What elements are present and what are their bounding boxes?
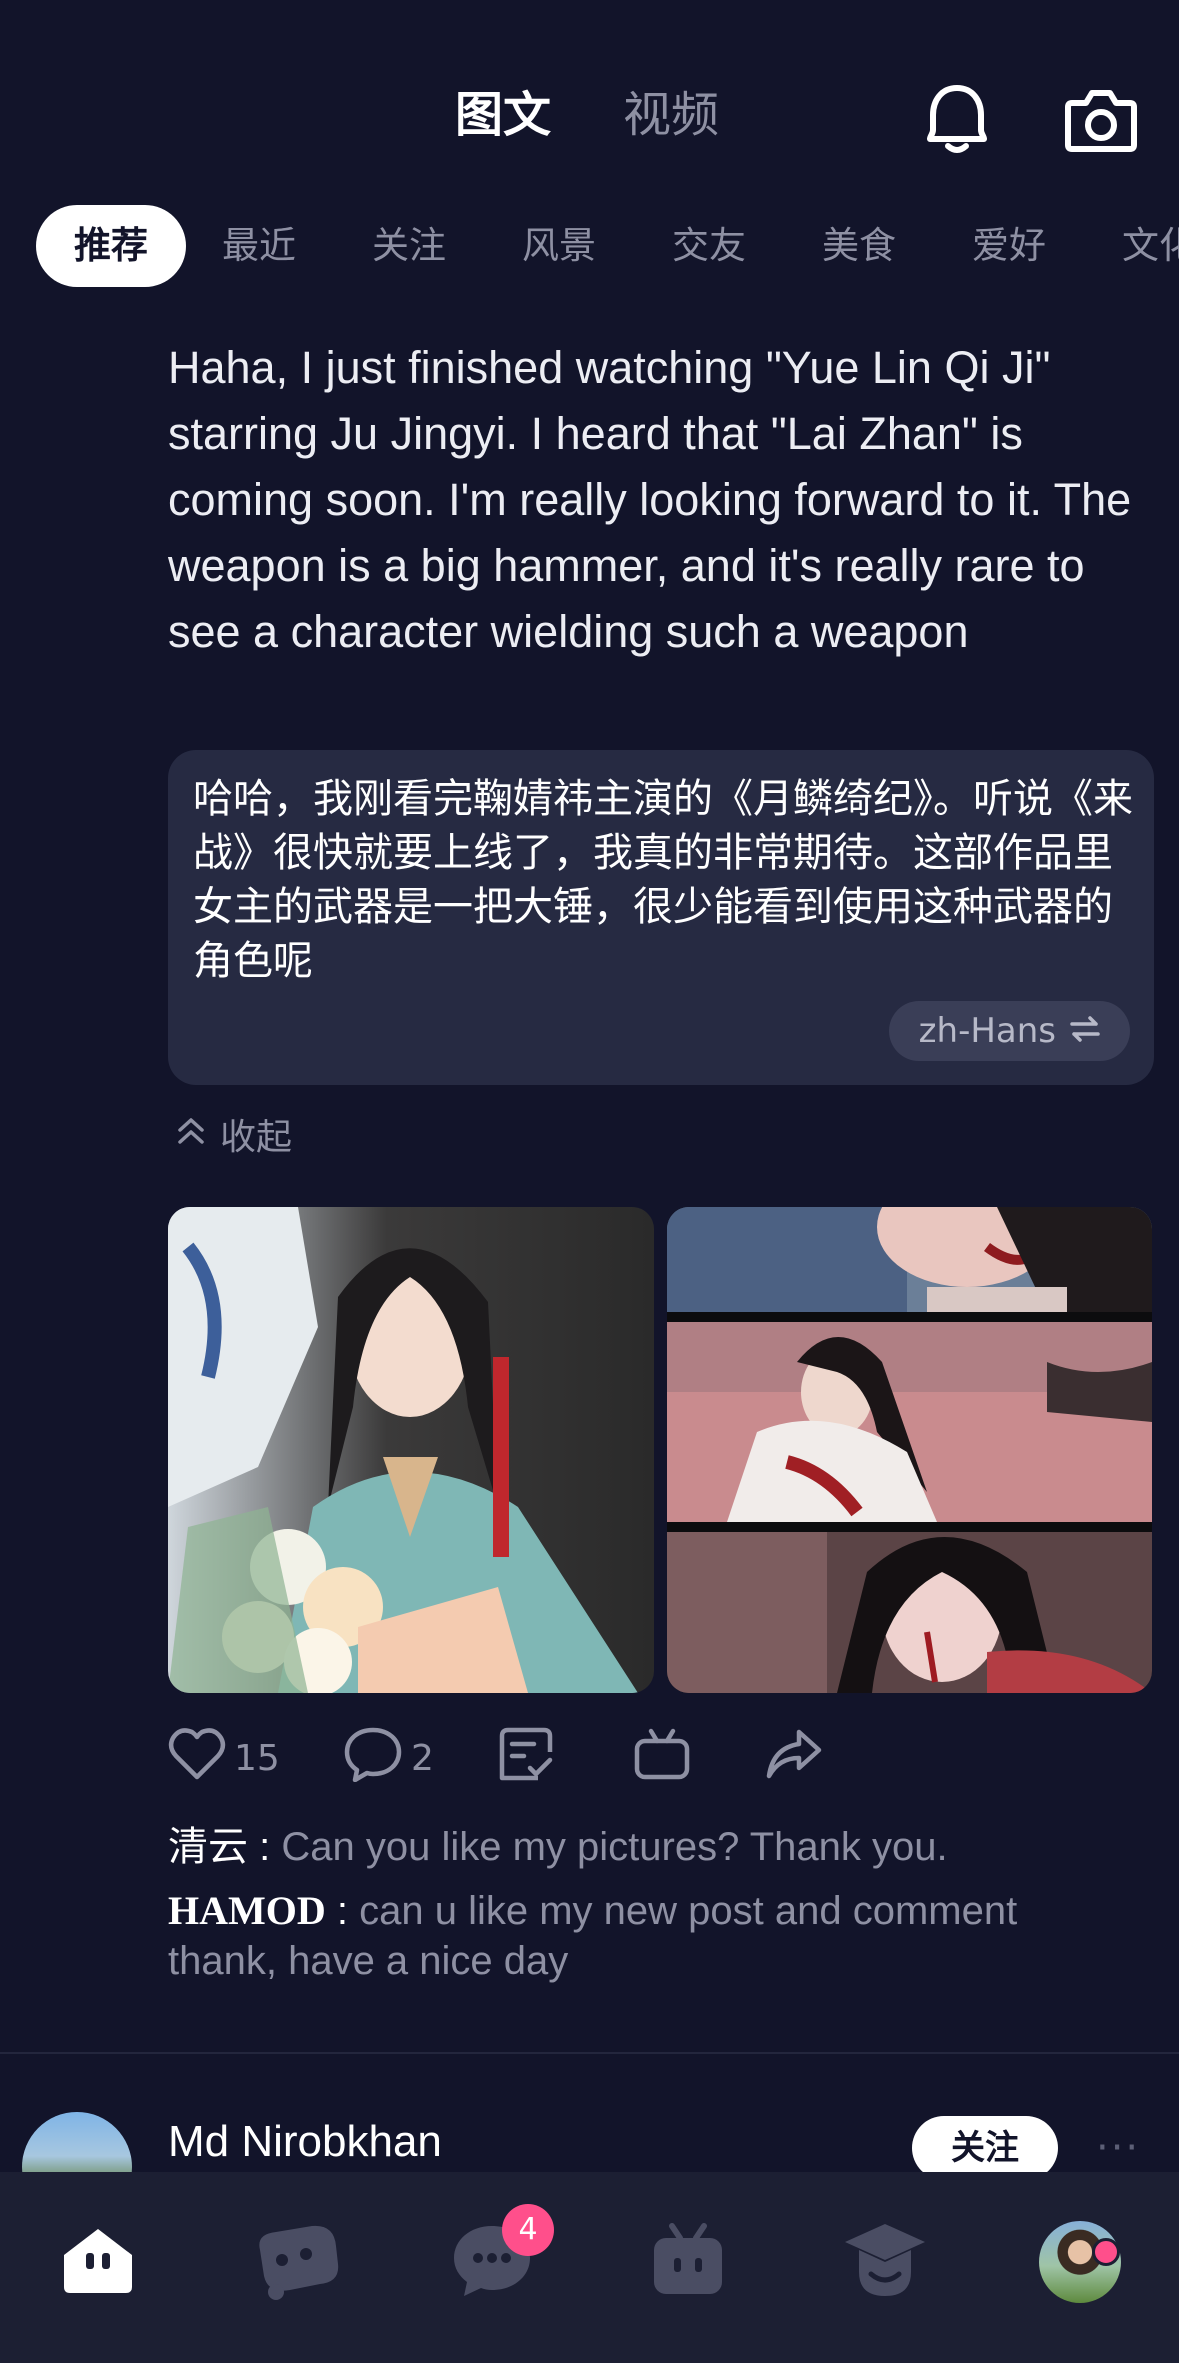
- tv-icon: [648, 2222, 728, 2302]
- collapse-button[interactable]: 收起: [176, 1108, 292, 1160]
- tab-image-text[interactable]: 图文: [455, 80, 551, 150]
- chip-following[interactable]: 关注: [372, 205, 446, 287]
- graduation-cap-icon: [843, 2220, 927, 2304]
- comment-author[interactable]: 清云: [168, 1825, 248, 1869]
- post-image-2[interactable]: [667, 1207, 1152, 1693]
- nav-live[interactable]: [638, 2212, 738, 2312]
- comment-bubble-icon: [343, 1726, 403, 1791]
- comment-item[interactable]: HAMOD : can u like my new post and comme…: [168, 1886, 1128, 1986]
- chip-recommended[interactable]: 推荐: [36, 205, 186, 287]
- like-button[interactable]: 15: [168, 1727, 280, 1790]
- review-button[interactable]: [498, 1726, 554, 1791]
- post-divider: [0, 2052, 1179, 2054]
- post-image-1[interactable]: [168, 1207, 654, 1693]
- post-actions: 15 2: [168, 1726, 868, 1791]
- post-text: Haha, I just finished watching "Yue Lin …: [168, 342, 1132, 657]
- nav-messages[interactable]: 4: [442, 2204, 554, 2312]
- game-controller-icon: [246, 2220, 342, 2304]
- comment-text: Can you like my pictures? Thank you.: [281, 1825, 948, 1869]
- translation-language-label: zh-Hans: [918, 1011, 1056, 1051]
- double-chevron-up-icon: [176, 1114, 206, 1155]
- comment-list: 清云 : Can you like my pictures? Thank you…: [168, 1822, 1128, 2000]
- comment-separator: :: [325, 1889, 360, 1933]
- collect-button[interactable]: [633, 1728, 691, 1788]
- next-post-author[interactable]: Md Nirobkhan: [168, 2112, 442, 2172]
- collapse-label: 收起: [220, 1117, 293, 1158]
- image-panel-bottom: [667, 1532, 1152, 1693]
- nav-home[interactable]: [48, 2212, 148, 2312]
- chip-hobbies[interactable]: 爱好: [972, 205, 1046, 287]
- camera-icon[interactable]: [1056, 75, 1146, 165]
- image-panel-top: [667, 1207, 1152, 1312]
- tab-video[interactable]: 视频: [623, 80, 719, 150]
- image-panel-middle: [667, 1322, 1152, 1522]
- home-icon: [60, 2225, 136, 2299]
- nav-learn[interactable]: [835, 2212, 935, 2312]
- chip-food[interactable]: 美食: [822, 205, 896, 287]
- translation-text: 哈哈，我刚看完鞠婧祎主演的《月鳞绮纪》。听说《来战》很快就要上线了，我真的非常期…: [193, 776, 1133, 984]
- nav-profile[interactable]: [1030, 2212, 1130, 2312]
- comment-item[interactable]: 清云 : Can you like my pictures? Thank you…: [168, 1822, 1128, 1872]
- chip-culture[interactable]: 文化: [1122, 205, 1179, 287]
- more-options-icon[interactable]: ···: [1096, 2128, 1140, 2168]
- share-arrow-icon: [765, 1728, 823, 1789]
- share-button[interactable]: [765, 1728, 823, 1788]
- translation-language-button[interactable]: zh-Hans: [888, 1001, 1130, 1061]
- nav-games[interactable]: [244, 2212, 344, 2312]
- comment-separator: :: [248, 1825, 282, 1869]
- follow-button[interactable]: 关注: [912, 2116, 1058, 2180]
- bell-icon[interactable]: [912, 75, 1002, 165]
- swap-icon: [1070, 1001, 1100, 1061]
- comment-button[interactable]: 2: [343, 1726, 434, 1791]
- top-header: 图文 视频: [0, 0, 1179, 200]
- chip-recent[interactable]: 最近: [222, 205, 296, 287]
- notification-dot: [1092, 2238, 1120, 2266]
- translation-box: 哈哈，我刚看完鞠婧祎主演的《月鳞绮纪》。听说《来战》很快就要上线了，我真的非常期…: [168, 750, 1154, 1085]
- comment-count: 2: [411, 1737, 434, 1779]
- tv-box-icon: [633, 1727, 691, 1790]
- chip-scenery[interactable]: 风景: [522, 205, 596, 287]
- message-check-icon: [498, 1726, 554, 1791]
- category-bar: 推荐 最近 关注 风景 交友 美食 爱好 文化: [0, 205, 1179, 287]
- bottom-navigation: 4: [0, 2172, 1179, 2363]
- like-count: 15: [234, 1737, 280, 1779]
- chip-friends[interactable]: 交友: [672, 205, 746, 287]
- heart-icon: [168, 1727, 226, 1790]
- comment-author[interactable]: HAMOD: [168, 1888, 326, 1933]
- unread-badge: 4: [502, 2204, 554, 2256]
